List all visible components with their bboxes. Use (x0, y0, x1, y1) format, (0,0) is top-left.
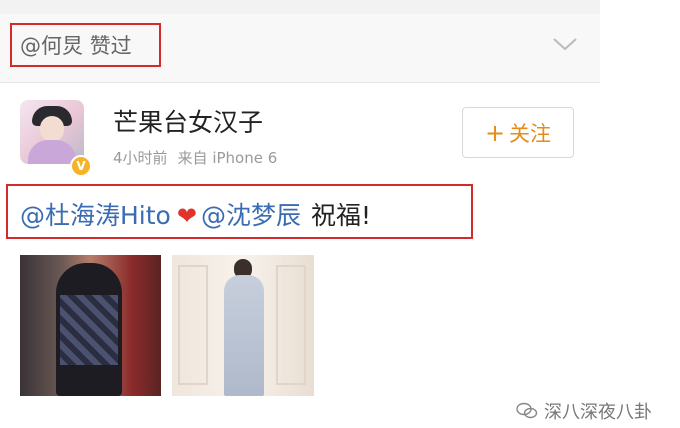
wechat-icon (516, 402, 538, 419)
chevron-down-icon[interactable] (552, 36, 578, 52)
mention-link-2[interactable]: @沈梦辰 (201, 201, 301, 230)
liked-user[interactable]: @何炅 (20, 34, 83, 58)
post-meta: 4小时前 来自 iPhone 6 (113, 147, 287, 168)
heart-icon: ❤ (176, 202, 197, 230)
right-margin (600, 0, 680, 100)
avatar-body (28, 140, 76, 164)
image-1-coat (60, 295, 118, 365)
post-time: 4小时前 (113, 149, 168, 167)
liked-action: 赞过 (89, 34, 132, 58)
post-text: 祝福! (310, 201, 371, 230)
mention-link-1[interactable]: @杜海涛Hito (20, 201, 171, 230)
post-image-2[interactable] (172, 255, 314, 396)
top-divider (0, 0, 600, 14)
post-source: 来自 iPhone 6 (177, 149, 278, 167)
liked-by-text: @何炅 赞过 (20, 30, 132, 60)
image-2-door-panel (178, 265, 208, 385)
image-2-dress (224, 275, 264, 396)
section-gap (0, 83, 600, 97)
username[interactable]: 芒果台女汉子 (113, 103, 263, 139)
post-image-1[interactable] (20, 255, 161, 396)
image-2-door-panel (276, 265, 306, 385)
follow-label: 关注 (509, 121, 552, 146)
avatar[interactable] (20, 100, 84, 164)
follow-button[interactable]: + 关注 (462, 107, 574, 158)
plus-icon: + (484, 118, 506, 147)
verified-badge-icon: V (70, 155, 92, 177)
avatar-face (40, 116, 64, 142)
watermark: 深八深夜八卦 (516, 398, 652, 424)
post-content: @杜海涛Hito ❤ @沈梦辰 祝福! (20, 196, 371, 232)
watermark-text: 深八深夜八卦 (544, 402, 652, 423)
